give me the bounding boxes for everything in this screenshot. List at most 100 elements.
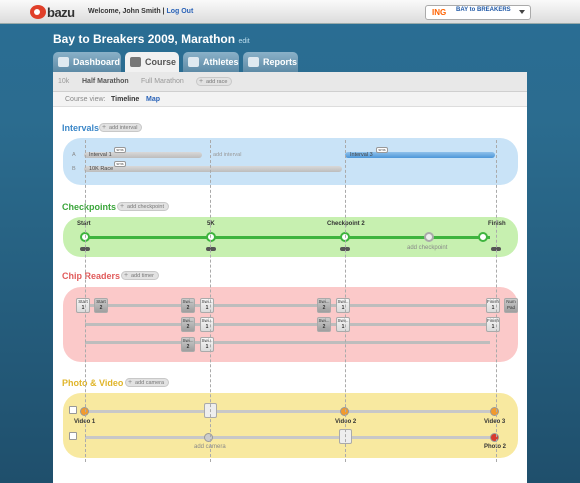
sms-badge[interactable]: sms bbox=[114, 161, 126, 167]
course-panel: 10k Half Marathon Full Marathon add race… bbox=[53, 72, 527, 483]
race-tab-half-marathon[interactable]: Half Marathon bbox=[82, 78, 129, 85]
checkpoint-label: Start bbox=[77, 221, 91, 227]
chip-reader[interactable]: Swi... 1 bbox=[200, 337, 214, 352]
chip-reader[interactable]: Swi... 2 bbox=[181, 317, 195, 332]
timeline-view-option[interactable]: Timeline bbox=[111, 96, 139, 103]
add-interval-button[interactable]: add interval bbox=[99, 123, 143, 132]
bay-to-breakers-logo: BAY to BREAKERS bbox=[456, 7, 511, 13]
logo-text: bazu bbox=[47, 5, 75, 20]
event-selector[interactable]: ING BAY to BREAKERS bbox=[425, 5, 531, 20]
photo-video-title: Photo & Video bbox=[62, 378, 124, 388]
reader-number: 1 bbox=[205, 324, 209, 330]
chip-track bbox=[85, 304, 490, 307]
reader-name: Swi... bbox=[337, 318, 349, 323]
intervals-title: Intervals bbox=[62, 123, 100, 133]
add-race-button[interactable]: add race bbox=[196, 77, 233, 86]
tab-athletes[interactable]: Athletes bbox=[183, 52, 239, 72]
reader-number: 1 bbox=[491, 305, 495, 311]
edit-event-link[interactable]: edit bbox=[238, 38, 249, 45]
tab-label: Course bbox=[145, 57, 177, 67]
welcome-label: Welcome, John Smith | bbox=[88, 8, 165, 15]
reader-number: 1 bbox=[81, 305, 85, 311]
reader-name: Swi... bbox=[182, 299, 194, 304]
race-tab-full-marathon[interactable]: Full Marathon bbox=[141, 78, 184, 85]
add-camera-node[interactable] bbox=[204, 433, 213, 442]
chip-reader[interactable]: Swi... 2 bbox=[317, 298, 331, 313]
sms-badge[interactable]: sms bbox=[376, 147, 388, 153]
reader-number: 1 bbox=[205, 305, 209, 311]
tab-label: Dashboard bbox=[73, 57, 121, 67]
camera-point[interactable] bbox=[490, 407, 499, 416]
chip-reader[interactable]: Start 1 bbox=[76, 298, 90, 313]
course-guide-line bbox=[496, 140, 497, 462]
reader-number: 1 bbox=[341, 324, 345, 330]
chip-readers-band: Start 1 Start 2 Swi... 2 Swi... 1 Swi... 2 Sw… bbox=[63, 287, 518, 362]
event-title: Bay to Breakers 2009, Marathon edit bbox=[53, 32, 250, 46]
race-tab-10k[interactable]: 10k bbox=[58, 78, 69, 85]
reader-name: Swi... bbox=[318, 299, 330, 304]
course-view-label: Course view: bbox=[65, 96, 106, 103]
reader-number: 1 bbox=[205, 344, 209, 350]
add-checkpoint-button[interactable]: add checkpoint bbox=[117, 202, 169, 211]
event-title-text: Bay to Breakers 2009, Marathon bbox=[53, 32, 236, 46]
chip-track bbox=[85, 323, 490, 326]
add-timer-button[interactable]: add timer bbox=[121, 271, 159, 280]
bazu-logo[interactable]: bazu bbox=[30, 4, 80, 20]
chip-reader[interactable]: Swi... 2 bbox=[181, 337, 195, 352]
logo-icon bbox=[30, 5, 46, 19]
camera-label: Photo 2 bbox=[484, 444, 506, 450]
reader-number: 2 bbox=[99, 305, 103, 311]
tab-course[interactable]: Course bbox=[125, 52, 179, 72]
top-bar: bazu Welcome, John Smith | Log Out ING B… bbox=[0, 0, 580, 24]
sms-badge[interactable]: sms bbox=[114, 147, 126, 153]
reader-name: Start bbox=[78, 299, 88, 304]
reader-number: 2 bbox=[322, 305, 326, 311]
dashboard-icon bbox=[58, 57, 69, 67]
chip-reader[interactable]: Swi... 1 bbox=[336, 298, 350, 313]
checkpoint-finish[interactable] bbox=[478, 232, 488, 242]
chip-reader[interactable]: Swi... 1 bbox=[336, 317, 350, 332]
reader-number: 2 bbox=[186, 344, 190, 350]
tab-label: Reports bbox=[263, 57, 298, 67]
map-view-option[interactable]: Map bbox=[146, 96, 160, 103]
tab-dashboard[interactable]: Dashboard bbox=[53, 52, 121, 72]
chip-reader[interactable]: Start 2 bbox=[94, 298, 108, 313]
bar-chart-icon bbox=[248, 57, 259, 67]
course-guide-line bbox=[85, 140, 86, 462]
welcome-text: Welcome, John Smith | Log Out bbox=[88, 8, 193, 15]
logout-link[interactable]: Log Out bbox=[166, 8, 193, 15]
reader-name: Finish bbox=[487, 299, 500, 304]
chip-reader[interactable]: Swi... 1 bbox=[200, 317, 214, 332]
ing-logo: ING bbox=[432, 8, 447, 17]
chevron-down-icon bbox=[519, 10, 525, 14]
chip-reader[interactable]: Finish 1 bbox=[486, 317, 500, 332]
add-checkpoint-inline[interactable]: add checkpoint bbox=[407, 245, 447, 251]
reader-name: Swi... bbox=[182, 318, 194, 323]
course-guide-line bbox=[345, 140, 346, 462]
reader-name: Start bbox=[96, 299, 106, 304]
checkpoint-handle[interactable] bbox=[206, 247, 216, 251]
add-checkpoint-node[interactable] bbox=[424, 232, 434, 242]
map-icon bbox=[130, 57, 141, 67]
reader-number: 2 bbox=[186, 324, 190, 330]
chip-reader[interactable]: Swi... 2 bbox=[181, 298, 195, 313]
camera-point[interactable] bbox=[490, 433, 499, 442]
chip-track bbox=[85, 341, 490, 344]
checkpoint-5k[interactable] bbox=[206, 232, 216, 242]
reader-number: 2 bbox=[322, 324, 326, 330]
chip-reader[interactable]: Swi... 2 bbox=[317, 317, 331, 332]
interval-row-key: B bbox=[72, 166, 76, 172]
add-camera-button[interactable]: add camera bbox=[125, 378, 170, 387]
chip-reader[interactable]: Finish 1 bbox=[486, 298, 500, 313]
reader-number: 2 bbox=[186, 305, 190, 311]
add-interval-inline[interactable]: add interval bbox=[213, 152, 241, 158]
photo-video-band: Video 1 Video 2 Video 3 add camera Photo… bbox=[63, 393, 518, 458]
chip-reader[interactable]: Swi... 1 bbox=[200, 298, 214, 313]
tab-reports[interactable]: Reports bbox=[243, 52, 298, 72]
num-pad-reader[interactable]: Num Pad bbox=[504, 298, 518, 313]
tab-label: Athletes bbox=[203, 57, 239, 67]
video-track bbox=[85, 410, 490, 413]
intervals-band: A B Interval 1 sms add interval Interval… bbox=[63, 138, 518, 185]
reader-name: Swi... bbox=[337, 299, 349, 304]
interval-label: Interval 1 bbox=[89, 152, 112, 158]
